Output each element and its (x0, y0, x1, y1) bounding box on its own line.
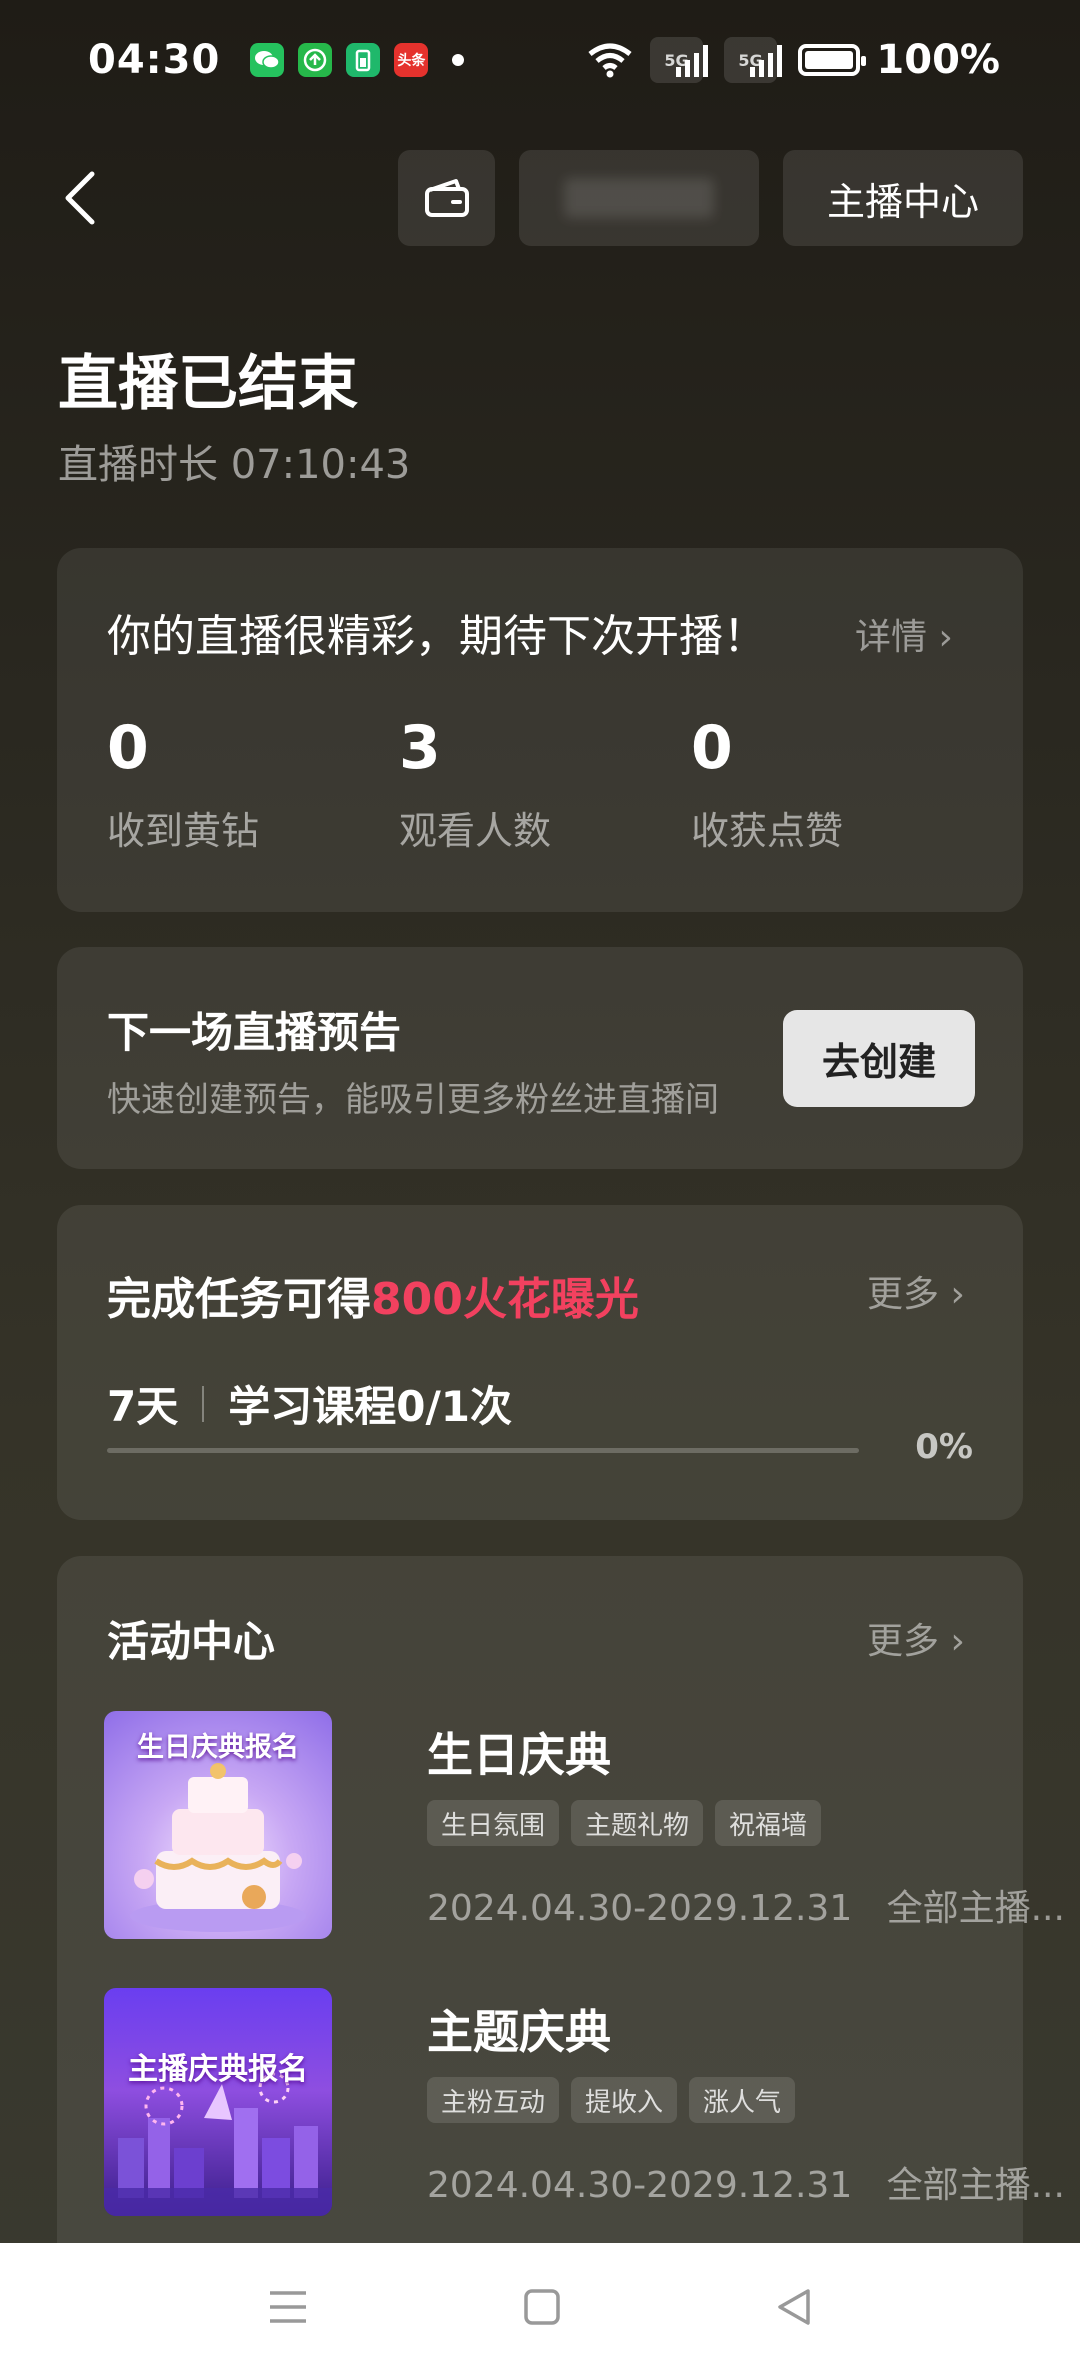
stat-likes: 0 收获点赞 (691, 718, 843, 855)
task-card: 完成任务可得800火花曝光 更多 › 7天 学习课程0/1次 0% (57, 1205, 1023, 1520)
next-live-subtitle: 快速创建预告，能吸引更多粉丝进直播间 (107, 1080, 719, 1120)
wifi-icon (588, 43, 632, 78)
blurred-content (564, 178, 714, 218)
menu-button[interactable] (266, 2287, 310, 2331)
stat-viewers: 3 观看人数 (399, 718, 551, 855)
stat-label: 收获点赞 (691, 809, 844, 853)
activity-tag: 祝福墙 (715, 1800, 822, 1846)
blurred-button[interactable] (519, 150, 759, 246)
detail-link[interactable]: 详情 › (855, 608, 953, 660)
task-course: 学习课程0/1次 (228, 1382, 513, 1431)
chevron-right-icon: › (950, 1621, 965, 1662)
stat-value: 0 (691, 713, 733, 783)
activity-tags: 主粉互动 提收入 涨人气 (427, 2077, 796, 2123)
wallet-button[interactable] (398, 150, 495, 246)
task-row: 7天 学习课程0/1次 (107, 1373, 512, 1434)
status-bar: 04:30 头条 5G 5G 100% (0, 0, 1080, 120)
more-notifications-dot (452, 54, 465, 66)
battery-saver-icon (346, 43, 381, 77)
thumbnail-caption: 生日庆典报名 (137, 1732, 299, 1763)
toutiao-icon: 头条 (394, 43, 429, 77)
top-bar: 主播中心 (0, 150, 1080, 246)
activity-center-title: 活动中心 (107, 1617, 276, 1666)
activity-scope: 全部主播... (886, 2165, 1065, 2206)
cellular-signal-icon-2: 5G (724, 37, 783, 83)
activity-tags: 生日氛围 主题礼物 祝福墙 (427, 1800, 822, 1846)
wallet-icon (424, 179, 469, 217)
stat-value: 3 (399, 713, 441, 783)
upload-icon (298, 43, 333, 77)
chevron-left-icon (65, 171, 95, 225)
anchor-center-button[interactable]: 主播中心 (783, 150, 1023, 246)
activity-title: 生日庆典 (427, 1728, 611, 1782)
activity-scope: 全部主播... (886, 1888, 1065, 1929)
notification-icons: 头条 (250, 43, 465, 77)
create-preview-button[interactable]: 去创建 (783, 1010, 975, 1107)
activity-more-link[interactable]: 更多 › (867, 1612, 965, 1664)
activity-item-theme[interactable]: 主播庆典报名 主题庆典 主粉互动 提收入 涨人气 2024.04.30-2029… (104, 1988, 1065, 2216)
next-live-card: 下一场直播预告 快速创建预告，能吸引更多粉丝进直播间 去创建 (57, 947, 1023, 1169)
task-progress-bar (107, 1448, 859, 1453)
system-navigation-bar (0, 2243, 1080, 2374)
stat-value: 0 (107, 713, 149, 783)
activity-tag: 提收入 (571, 2077, 678, 2123)
back-nav-button[interactable] (774, 2287, 814, 2331)
activity-meta: 2024.04.30-2029.12.31 全部主播... (427, 2156, 1065, 2208)
home-button[interactable] (522, 2287, 562, 2331)
activity-tag: 涨人气 (689, 2077, 796, 2123)
battery-percent: 100% (876, 37, 1000, 83)
live-summary-card: 你的直播很精彩，期待下次开播！ 详情 › 0 收到黄钻 3 观看人数 0 收获点… (57, 548, 1023, 912)
activity-center-card: 活动中心 更多 › 生日庆典报名 生日庆典 生日氛围 主题礼物 祝福墙 2024… (57, 1556, 1065, 2356)
chevron-right-icon: › (938, 617, 953, 658)
wechat-icon (250, 43, 285, 77)
stat-label: 收到黄钻 (107, 809, 260, 853)
home-square-icon (524, 2288, 560, 2325)
theme-celebration-thumbnail: 主播庆典报名 (104, 1988, 332, 2216)
divider (202, 1385, 205, 1422)
task-percent: 0% (915, 1427, 973, 1467)
stat-label: 观看人数 (399, 809, 552, 853)
activity-title: 主题庆典 (427, 2005, 611, 2059)
task-title: 完成任务可得800火花曝光 (107, 1274, 639, 1325)
live-duration: 直播时长 07:10:43 (58, 442, 411, 488)
activity-tag: 生日氛围 (427, 1800, 560, 1846)
task-reward: 800火花曝光 (371, 1274, 639, 1325)
clock: 04:30 (88, 37, 221, 83)
activity-tag: 主题礼物 (571, 1800, 704, 1846)
activity-tag: 主粉互动 (427, 2077, 560, 2123)
activity-period: 2024.04.30-2029.12.31 (427, 2165, 853, 2206)
task-days: 7天 (107, 1382, 179, 1431)
activity-meta: 2024.04.30-2029.12.31 全部主播... (427, 1879, 1065, 1931)
summary-headline: 你的直播很精彩，期待下次开播！ (107, 611, 767, 662)
chevron-right-icon: › (950, 1274, 965, 1315)
stat-yellow-diamonds: 0 收到黄钻 (107, 718, 259, 855)
thumbnail-caption: 主播庆典报名 (128, 2052, 308, 2087)
task-more-link[interactable]: 更多 › (867, 1265, 965, 1317)
menu-icon (270, 2290, 306, 2323)
activity-period: 2024.04.30-2029.12.31 (427, 1888, 853, 1929)
page-title: 直播已结束 (58, 349, 358, 419)
battery-icon (798, 44, 867, 76)
back-triangle-icon (778, 2288, 810, 2325)
birthday-thumbnail: 生日庆典报名 (104, 1711, 332, 1939)
cellular-signal-icon: 5G (650, 37, 709, 83)
next-live-title: 下一场直播预告 (107, 1008, 402, 1057)
activity-item-birthday[interactable]: 生日庆典报名 生日庆典 生日氛围 主题礼物 祝福墙 2024.04.30-202… (104, 1711, 1065, 1939)
back-button[interactable] (56, 170, 112, 226)
